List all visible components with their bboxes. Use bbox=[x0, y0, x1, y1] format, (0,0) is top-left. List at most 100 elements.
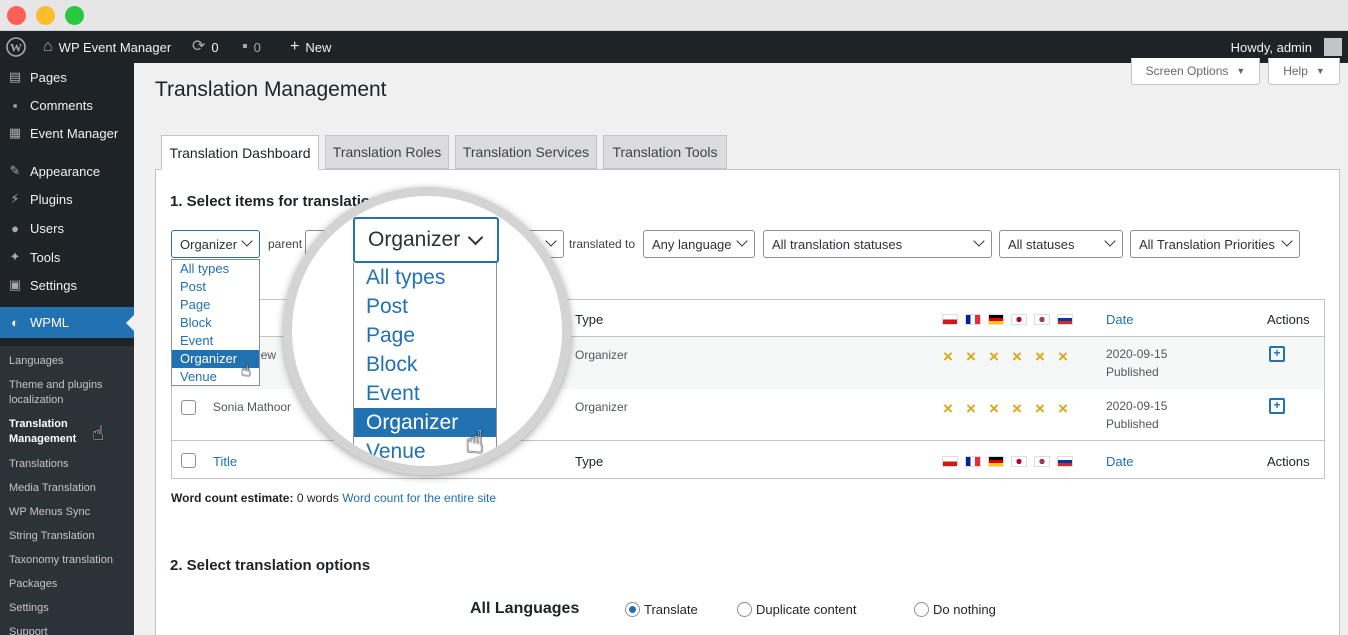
updates-count: 0 bbox=[211, 39, 219, 55]
maximize-window-button[interactable] bbox=[65, 6, 84, 25]
translation-status-filter-select[interactable]: All translation statuses bbox=[763, 230, 992, 258]
status-not-translated-icon[interactable]: × bbox=[1035, 348, 1045, 365]
flag-czech-icon bbox=[942, 456, 958, 467]
sidebar-item-appearance[interactable]: ✎ Appearance bbox=[0, 157, 134, 185]
duplicate-content-radio-label: Duplicate content bbox=[756, 602, 857, 617]
status-not-translated-icon[interactable]: × bbox=[1012, 348, 1022, 365]
minimize-window-button[interactable] bbox=[36, 6, 55, 25]
screen-options-button[interactable]: Screen Options ▼ bbox=[1131, 58, 1260, 85]
submenu-taxonomy-translation[interactable]: Taxonomy translation bbox=[9, 553, 129, 568]
type-option-page[interactable]: Page bbox=[172, 296, 259, 314]
sidebar-item-pages[interactable]: ▤ Pages bbox=[0, 63, 134, 91]
flag-france-icon bbox=[965, 456, 981, 467]
submenu-settings[interactable]: Settings bbox=[9, 601, 129, 616]
new-content-link[interactable]: + New bbox=[290, 31, 331, 63]
wpml-icon: ◐ bbox=[11, 315, 19, 330]
chevron-down-icon bbox=[973, 235, 985, 247]
status-not-translated-icon[interactable]: × bbox=[966, 400, 976, 417]
help-button[interactable]: Help ▼ bbox=[1268, 58, 1340, 85]
type-option-post[interactable]: Post bbox=[172, 278, 259, 296]
submenu-packages[interactable]: Packages bbox=[9, 577, 129, 592]
comments-link[interactable]: ▪ 0 bbox=[242, 31, 261, 63]
status-not-translated-icon[interactable]: × bbox=[966, 348, 976, 365]
flag-russia-icon bbox=[1057, 314, 1073, 325]
status-not-translated-icon[interactable]: × bbox=[943, 348, 953, 365]
chevron-down-icon bbox=[545, 235, 557, 247]
wordpress-logo-icon[interactable]: W bbox=[6, 31, 26, 63]
status-filter-select[interactable]: All statuses bbox=[999, 230, 1123, 258]
admin-sidebar: ▤ Pages ▪ Comments ▦ Event Manager ✎ App… bbox=[0, 63, 134, 635]
sidebar-item-event-manager[interactable]: ▦ Event Manager bbox=[0, 119, 134, 147]
type-option-event[interactable]: Event bbox=[172, 332, 259, 350]
tab-translation-dashboard[interactable]: Translation Dashboard bbox=[161, 135, 319, 170]
column-title-footer[interactable]: Title bbox=[213, 454, 237, 469]
submenu-translation-management[interactable]: Translation Management bbox=[9, 417, 129, 447]
row-status: Published bbox=[1106, 417, 1159, 431]
word-count-label: Word count estimate: bbox=[171, 491, 294, 505]
status-not-translated-icon[interactable]: × bbox=[989, 348, 999, 365]
status-not-translated-icon[interactable]: × bbox=[1058, 348, 1068, 365]
avatar bbox=[1324, 38, 1342, 56]
sidebar-item-wpml[interactable]: ◐ WPML bbox=[0, 307, 134, 338]
flag-france-icon bbox=[965, 314, 981, 325]
row-date: 2020-09-15 bbox=[1106, 347, 1168, 361]
new-label: New bbox=[305, 39, 332, 55]
flag-korea-icon bbox=[1034, 314, 1050, 325]
chevron-down-icon bbox=[1104, 235, 1116, 247]
add-to-basket-icon[interactable]: + bbox=[1269, 398, 1285, 414]
sidebar-item-comments[interactable]: ▪ Comments bbox=[0, 91, 134, 119]
priority-filter-select[interactable]: All Translation Priorities bbox=[1130, 230, 1300, 258]
flag-russia-icon bbox=[1057, 456, 1073, 467]
add-to-basket-icon[interactable]: + bbox=[1269, 346, 1285, 362]
settings-icon: ▣ bbox=[8, 277, 22, 292]
parent-label: parent bbox=[268, 237, 303, 251]
sidebar-item-users[interactable]: ● Users bbox=[0, 214, 134, 242]
column-date-header[interactable]: Date bbox=[1106, 312, 1133, 327]
all-languages-label: All Languages bbox=[470, 600, 580, 617]
tab-translation-services[interactable]: Translation Services bbox=[455, 135, 597, 169]
language-filter-select[interactable]: Any language bbox=[643, 230, 755, 258]
type-option-all-types[interactable]: All types bbox=[172, 260, 259, 278]
submenu-translations[interactable]: Translations bbox=[9, 457, 129, 472]
zoomed-option-all-types: All types bbox=[366, 266, 446, 289]
status-not-translated-icon[interactable]: × bbox=[1012, 400, 1022, 417]
site-name-link[interactable]: ⌂ WP Event Manager bbox=[43, 31, 171, 63]
status-not-translated-icon[interactable]: × bbox=[1035, 400, 1045, 417]
status-not-translated-icon[interactable]: × bbox=[1058, 400, 1068, 417]
zoomed-type-filter-value: Organizer bbox=[368, 228, 461, 251]
submenu-string-translation[interactable]: String Translation bbox=[9, 529, 129, 544]
word-count-estimate: Word count estimate: 0 words Word count … bbox=[171, 491, 496, 505]
type-option-block[interactable]: Block bbox=[172, 314, 259, 332]
section-translation-options-title: 2. Select translation options bbox=[170, 557, 371, 574]
close-window-button[interactable] bbox=[7, 6, 26, 25]
submenu-theme-plugins-localization[interactable]: Theme and plugins localization bbox=[9, 378, 129, 408]
tab-translation-roles[interactable]: Translation Roles bbox=[325, 135, 449, 169]
window-titlebar bbox=[0, 0, 1348, 31]
column-date-footer[interactable]: Date bbox=[1106, 454, 1133, 469]
submenu-wp-menus-sync[interactable]: WP Menus Sync bbox=[9, 505, 129, 520]
submenu-support[interactable]: Support bbox=[9, 625, 129, 635]
flag-japan-icon bbox=[1011, 456, 1027, 467]
sidebar-item-plugins[interactable]: ⚡ Plugins bbox=[0, 185, 134, 213]
greeting: Howdy, admin bbox=[1230, 39, 1312, 55]
submenu-media-translation[interactable]: Media Translation bbox=[9, 481, 129, 496]
tab-translation-tools[interactable]: Translation Tools bbox=[603, 135, 727, 169]
type-filter-select[interactable]: Organizer bbox=[171, 230, 260, 258]
do-nothing-radio[interactable] bbox=[914, 602, 929, 617]
hand-cursor-icon: ☝ bbox=[92, 423, 105, 445]
select-all-checkbox[interactable] bbox=[181, 453, 196, 468]
row-title[interactable]: Sonia Mathoor bbox=[213, 400, 291, 414]
sidebar-item-settings[interactable]: ▣ Settings bbox=[0, 271, 134, 299]
sidebar-item-tools[interactable]: ✦ Tools bbox=[0, 243, 134, 271]
row-checkbox[interactable] bbox=[181, 400, 196, 415]
row-date: 2020-09-15 bbox=[1106, 399, 1168, 413]
priority-filter-value: All Translation Priorities bbox=[1139, 236, 1275, 252]
status-not-translated-icon[interactable]: × bbox=[943, 400, 953, 417]
submenu-languages[interactable]: Languages bbox=[9, 354, 129, 369]
duplicate-content-radio[interactable] bbox=[737, 602, 752, 617]
status-not-translated-icon[interactable]: × bbox=[989, 400, 999, 417]
updates-link[interactable]: ⟳ 0 bbox=[192, 31, 219, 63]
hand-cursor-icon: ☝ bbox=[241, 361, 252, 380]
word-count-site-link[interactable]: Word count for the entire site bbox=[342, 491, 496, 505]
translate-radio[interactable] bbox=[625, 602, 640, 617]
